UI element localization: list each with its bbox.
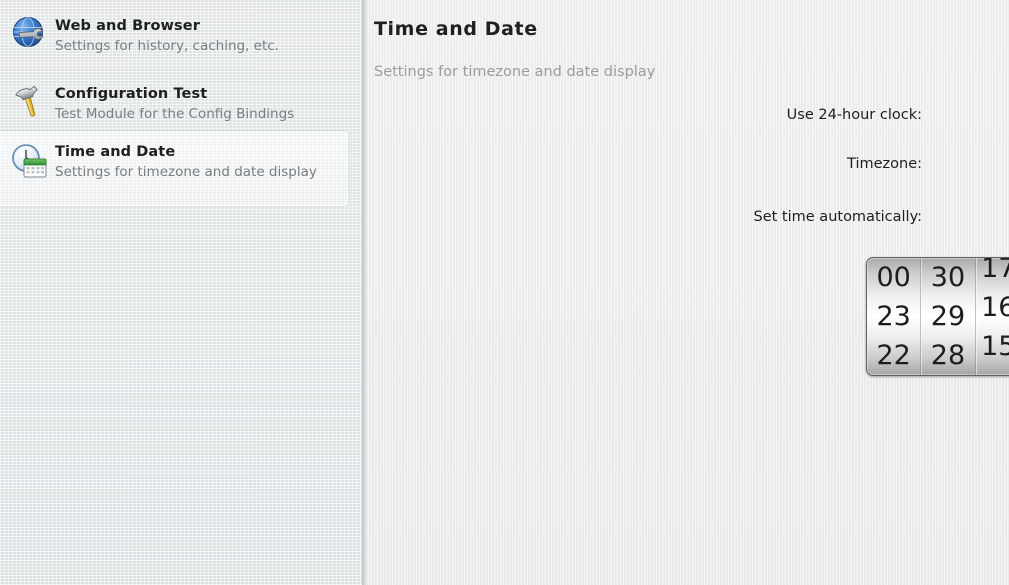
- label-timezone: Timezone:: [847, 156, 922, 172]
- wheel-value: 00: [876, 262, 911, 293]
- panel-divider: [362, 0, 367, 585]
- sidebar-item-texts: Configuration Test Test Module for the C…: [55, 83, 294, 124]
- wheel-value: 22: [876, 340, 911, 371]
- wheel-value: 15: [981, 331, 1009, 362]
- wheel-value-selected: 16: [981, 292, 1009, 323]
- sidebar-item-time-and-date[interactable]: Time and Date Settings for timezone and …: [0, 131, 348, 206]
- settings-window: Web and Browser Settings for history, ca…: [0, 0, 1009, 585]
- row-use-24-hour-clock: Use 24-hour clock:: [362, 107, 922, 123]
- sidebar-item-description: Settings for timezone and date display: [55, 164, 317, 180]
- wheel-value: 17: [981, 257, 1009, 284]
- wheel-value: 28: [930, 340, 966, 371]
- clock-calendar-icon: [10, 141, 48, 179]
- sidebar-item-title: Time and Date: [55, 144, 176, 160]
- time-spinner-minute-column[interactable]: 30 29 28: [921, 258, 976, 375]
- page-title: Time and Date: [374, 18, 538, 40]
- row-timezone: Timezone:: [362, 156, 922, 172]
- sidebar-item-web-and-browser[interactable]: Web and Browser Settings for history, ca…: [0, 6, 348, 65]
- hammer-icon: [10, 83, 48, 121]
- sidebar-item-title: Configuration Test: [55, 86, 208, 102]
- time-spinner[interactable]: 00 23 22 30 29 28 17 16 15: [866, 257, 1009, 376]
- sidebar-item-configuration-test[interactable]: Configuration Test Test Module for the C…: [0, 74, 348, 133]
- label-use-24-hour-clock: Use 24-hour clock:: [786, 107, 922, 123]
- sidebar-item-title: Web and Browser: [55, 18, 200, 34]
- wheel-value: 30: [930, 262, 966, 293]
- row-set-time-automatically: Set time automatically:: [362, 209, 922, 225]
- wheel-value-selected: 23: [876, 301, 911, 332]
- page-subtitle: Settings for timezone and date display: [374, 64, 656, 80]
- sidebar-item-texts: Web and Browser Settings for history, ca…: [55, 15, 279, 56]
- sidebar-item-texts: Time and Date Settings for timezone and …: [55, 141, 317, 182]
- label-set-time-automatically: Set time automatically:: [753, 209, 922, 225]
- settings-content-panel: Time and Date Settings for timezone and …: [362, 0, 1009, 585]
- globe-wrench-icon: [10, 15, 48, 53]
- time-spinner-hour-column[interactable]: 00 23 22: [867, 258, 922, 375]
- sidebar-item-description: Test Module for the Config Bindings: [55, 106, 295, 122]
- wheel-value-selected: 29: [930, 301, 966, 332]
- sidebar-item-description: Settings for history, caching, etc.: [55, 38, 279, 54]
- module-sidebar: Web and Browser Settings for history, ca…: [0, 0, 362, 585]
- time-spinner-second-column[interactable]: 17 16 15: [976, 257, 1009, 366]
